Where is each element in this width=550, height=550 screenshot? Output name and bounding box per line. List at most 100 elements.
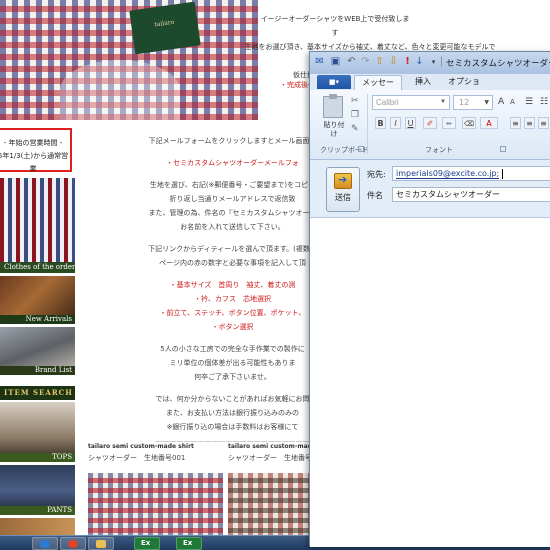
- hours-detail: 5年1/3(土)から通常営業: [0, 152, 69, 173]
- font-color-icon[interactable]: A: [480, 117, 498, 129]
- required-item: ・衿、カフス 芯地選択: [194, 295, 271, 303]
- redo-icon[interactable]: ↷: [360, 56, 371, 68]
- product-fabric-number: シャツオーダー 生地番号001: [88, 454, 186, 462]
- fabric-thumbnail[interactable]: [0, 178, 75, 262]
- brand-list-label: Brand List: [34, 366, 72, 374]
- ribbon-tabs: ■▾ メッセージ 挿入 オプション: [310, 74, 550, 101]
- tops-link[interactable]: TOPS: [0, 402, 75, 462]
- chevron-down-icon: ▼: [484, 99, 489, 106]
- tops-label: TOPS: [52, 453, 72, 461]
- save-icon[interactable]: ▣: [330, 56, 341, 68]
- align-left-icon[interactable]: ≡: [510, 117, 521, 129]
- message-header: 送信 宛先: imperials09@excite.co.jp; 件名 セミカス…: [310, 160, 550, 218]
- required-item: ・基本サイズ 首周り 袖丈、着丈の測: [169, 281, 296, 289]
- to-field[interactable]: imperials09@excite.co.jp;: [392, 166, 550, 181]
- bullets-icon[interactable]: ☰: [525, 97, 535, 107]
- to-recipient[interactable]: imperials09@excite.co.jp;: [396, 169, 500, 179]
- paste-icon[interactable]: [323, 94, 343, 118]
- excel-icon: Ex: [141, 539, 151, 547]
- instruction-line: また、お支払い方法は銀行振り込みのみの: [166, 409, 299, 417]
- shrink-font-icon[interactable]: A: [510, 97, 520, 107]
- chrome-icon: [68, 540, 78, 548]
- underline-button[interactable]: U: [405, 117, 416, 129]
- font-name-select[interactable]: Calibri ▼: [372, 95, 450, 110]
- subject-field[interactable]: セミカスタムシャツオーダー: [392, 187, 550, 202]
- chevron-down-icon: ▼: [440, 99, 446, 105]
- new-arrivals-link[interactable]: New Arrivals: [0, 276, 75, 324]
- product-name: tailaro semi custom-made shirt: [88, 443, 194, 450]
- font-size-select[interactable]: 12 ▼: [453, 95, 493, 110]
- outlook-app-icon[interactable]: ✉: [314, 56, 325, 68]
- previous-item-icon[interactable]: ⇧: [374, 56, 385, 68]
- pants-label: PANTS: [47, 506, 72, 514]
- copy-icon[interactable]: ❐: [351, 110, 361, 120]
- instruction-line: 何卒ご了承下さいませ。: [194, 373, 271, 381]
- instruction-line: 下記リンクからディティールを選んで頂ます。(複数選: [148, 245, 317, 253]
- grow-font-icon[interactable]: A: [498, 97, 508, 107]
- required-item: ・ボタン選択: [211, 323, 254, 331]
- file-tab[interactable]: ■▾: [317, 75, 351, 89]
- outlook-compose-window: ✉ ▣ ↶ ↷ ⇧ ⇩ ! ↓ ▾ | セミカスタムシャツオーダー ■▾ メッセ…: [309, 51, 550, 547]
- folder-icon: [96, 540, 106, 548]
- excel-icon: Ex: [183, 539, 193, 547]
- italic-button[interactable]: I: [390, 117, 401, 129]
- bold-button[interactable]: B: [375, 117, 386, 129]
- taskbar-ie-button[interactable]: [32, 537, 58, 550]
- new-year-hours-box: - 年始の営業時間 - 5年1/3(土)から通常営業: [0, 128, 72, 173]
- tab-message[interactable]: メッセージ: [354, 75, 402, 101]
- undo-icon[interactable]: ↶: [346, 56, 357, 68]
- new-arrivals-label: New Arrivals: [25, 315, 72, 323]
- window-title: セミカスタムシャツオーダー: [446, 59, 550, 69]
- hero-shirt-image: tailaro: [0, 0, 258, 120]
- pants-link[interactable]: PANTS: [0, 465, 75, 515]
- collar-shade: [60, 60, 180, 120]
- tab-options[interactable]: オプション: [444, 75, 484, 100]
- clipboard-dialog-launcher-icon[interactable]: [358, 146, 364, 152]
- clear-format-icon[interactable]: ⌫: [462, 117, 476, 129]
- window-titlebar[interactable]: ✉ ▣ ↶ ↷ ⇧ ⇩ ! ↓ ▾ | セミカスタムシャツオーダー: [310, 52, 550, 74]
- taskbar-chrome-button[interactable]: [60, 537, 86, 550]
- instruction-line: ページ内の赤の数字と必要な事項を記入して頂: [159, 259, 306, 267]
- tab-insert[interactable]: 挿入: [408, 75, 438, 90]
- taskbar-excel-button-2[interactable]: Ex: [176, 537, 202, 550]
- instruction-line: また、管理の為、件名の『セミカスタムシャツオーダ: [148, 209, 317, 217]
- product-card[interactable]: tailaro semi custom-made shirt シャツオーダー 生…: [88, 443, 223, 535]
- brand-list-link[interactable]: Brand List: [0, 327, 75, 375]
- text-cursor: [502, 168, 504, 179]
- font-dialog-launcher-icon[interactable]: [500, 146, 506, 152]
- send-button-label: 送信: [335, 193, 351, 202]
- instruction-line: ミリ単位の個体差が出る可能性もありま: [169, 359, 296, 367]
- instruction-p1: 下記メールフォームをクリックしますとメール画面が: [148, 137, 317, 145]
- subject-label: 件名: [367, 191, 383, 200]
- high-importance-icon[interactable]: !: [402, 56, 413, 68]
- text-effects-icon[interactable]: ✏: [442, 117, 456, 129]
- to-button[interactable]: 宛先:: [367, 169, 386, 180]
- next-category-thumbnail[interactable]: [0, 518, 75, 535]
- taskbar-explorer-button[interactable]: [88, 537, 114, 550]
- clothes-of-the-order-link[interactable]: Clothes of the order: [0, 262, 75, 273]
- paste-button-label[interactable]: 貼り付け: [323, 121, 345, 139]
- hours-title: - 年始の営業時間 -: [3, 139, 63, 147]
- instruction-line: では、何か分からないことがあればお気軽にお問: [155, 395, 310, 403]
- cut-icon[interactable]: ✂: [351, 96, 361, 106]
- product-image[interactable]: [88, 473, 223, 535]
- next-item-icon[interactable]: ⇩: [388, 56, 399, 68]
- align-center-icon[interactable]: ≡: [524, 117, 535, 129]
- intro-line-1: イージーオーダーシャツをWEB上で受付致します: [260, 15, 410, 37]
- format-painter-icon[interactable]: ✎: [351, 124, 361, 134]
- collar-label-text: tailaro: [154, 18, 175, 29]
- instruction-line: お名前を入れて送信して下さい。: [180, 223, 285, 231]
- font-name-value: Calibri: [376, 98, 399, 107]
- required-item: ・前立て、ステッチ、ボタン位置、ポケット、: [159, 309, 306, 317]
- ie-icon: [40, 540, 50, 548]
- highlight-color-icon[interactable]: ✐: [423, 117, 437, 129]
- message-body-editor[interactable]: [310, 218, 550, 547]
- instruction-line: 生地を選び、右記(※郵便番号・ご要望まで)をコピー: [149, 181, 316, 189]
- taskbar-excel-button[interactable]: Ex: [134, 537, 160, 550]
- mail-form-link[interactable]: ・セミカスタムシャツオーダーメールフォ: [140, 156, 325, 170]
- send-button[interactable]: 送信: [326, 167, 360, 212]
- instruction-line: 5人の小さな工房での完全な手作業での製作に: [160, 345, 305, 353]
- align-right-icon[interactable]: ≡: [538, 117, 549, 129]
- low-importance-icon[interactable]: ↓: [414, 56, 425, 68]
- numbering-icon[interactable]: ☷: [540, 97, 550, 107]
